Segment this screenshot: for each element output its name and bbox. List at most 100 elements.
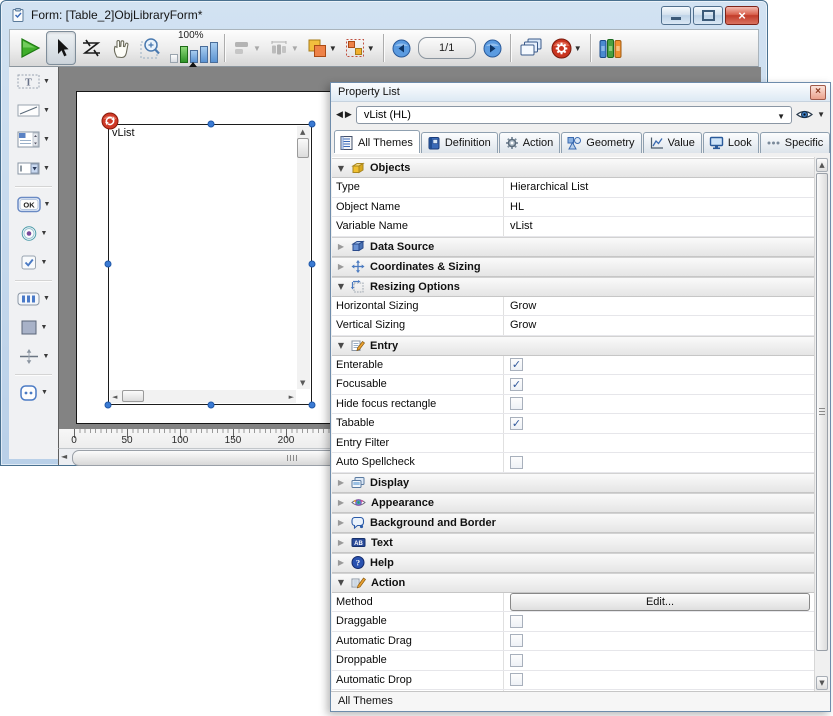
chevron-down-icon[interactable]: ▼ [574, 44, 582, 53]
checkbox-checked[interactable]: ✓ [510, 358, 523, 371]
property-value-cell[interactable] [504, 651, 814, 670]
property-value-cell[interactable]: ✓ [504, 356, 814, 375]
radio-tool-button[interactable]: ▼ [9, 219, 58, 248]
splitter-tool-button[interactable]: ▼ [9, 342, 58, 371]
scroll-up-icon[interactable]: ▲ [300, 128, 305, 136]
property-value-cell[interactable]: Grow [504, 297, 814, 316]
checkbox-unchecked[interactable] [510, 673, 523, 686]
scroll-up-icon[interactable]: ▲ [816, 158, 828, 172]
scroll-down-icon[interactable]: ▼ [300, 379, 305, 387]
zoom-bar-5[interactable] [210, 42, 218, 63]
property-value-cell[interactable] [504, 612, 814, 631]
handle-middle-left[interactable] [105, 261, 112, 268]
run-form-button[interactable] [14, 32, 46, 64]
text-tool-button[interactable]: T▼ [9, 67, 58, 96]
property-value-cell[interactable] [504, 671, 814, 690]
property-value-cell[interactable] [504, 395, 814, 414]
property-value[interactable]: vList [510, 220, 533, 232]
button-tool-button[interactable]: OK▼ [9, 190, 58, 219]
triangle-right-icon[interactable]: ▶ [336, 242, 346, 251]
zoom-bar-1[interactable] [170, 54, 178, 63]
chevron-down-icon[interactable]: ▼ [41, 230, 48, 237]
triangle-right-icon[interactable]: ▶ [336, 538, 346, 547]
line-tool-button[interactable]: ▼ [9, 96, 58, 125]
tabcontrol-tool-button[interactable]: ▼ [9, 378, 58, 407]
checkbox-unchecked[interactable] [510, 615, 523, 628]
page-indicator[interactable]: 1/1 [418, 37, 476, 59]
property-value[interactable]: Grow [510, 300, 536, 312]
toolbar-tool-button[interactable]: ▼ [9, 284, 58, 313]
tab-look[interactable]: Look [703, 132, 759, 153]
chevron-down-icon[interactable]: ▼ [817, 110, 825, 119]
chevron-down-icon[interactable]: ▼ [41, 389, 48, 396]
chevron-down-icon[interactable]: ▼ [41, 324, 48, 331]
property-value-cell[interactable]: Hierarchical List [504, 178, 814, 197]
checkbox-unchecked[interactable] [510, 634, 523, 647]
chevron-down-icon[interactable]: ▼ [41, 259, 48, 266]
zoom-bar-4[interactable] [200, 46, 208, 63]
combobox-tool-button[interactable]: ▼ [9, 154, 58, 183]
tab-geometry[interactable]: Geometry [561, 132, 641, 153]
section-display[interactable]: ▶Display [332, 473, 814, 493]
object-selector-dropdown[interactable]: vList (HL) ▼ [356, 106, 792, 124]
handle-bottom-left[interactable] [105, 402, 112, 409]
property-value-cell[interactable]: Edit... [504, 593, 814, 612]
chevron-down-icon[interactable]: ▼ [43, 353, 50, 360]
zoom-tool-button[interactable] [136, 32, 168, 64]
section-background-and-border[interactable]: ▶Background and Border [332, 513, 814, 533]
property-value[interactable]: Grow [510, 319, 536, 331]
triangle-down-icon[interactable]: ▼ [336, 164, 346, 173]
property-list-scrollbar[interactable]: ▲ ▼ [814, 157, 829, 691]
badge-tool-button[interactable] [76, 32, 106, 64]
triangle-right-icon[interactable]: ▶ [336, 262, 346, 271]
tab-definition[interactable]: Definition [421, 132, 498, 153]
scroll-down-icon[interactable]: ▼ [816, 676, 828, 690]
tab-specific[interactable]: Specific [760, 132, 831, 153]
checkbox-unchecked[interactable] [510, 654, 523, 667]
checkbox-checked[interactable]: ✓ [510, 378, 523, 391]
library-button[interactable] [595, 32, 626, 64]
handle-top-right[interactable] [309, 121, 316, 128]
section-coordinates-sizing[interactable]: ▶Coordinates & Sizing [332, 257, 814, 277]
maximize-button[interactable] [693, 6, 723, 25]
tab-value[interactable]: Value [643, 132, 702, 153]
zoom-control[interactable]: 100% [170, 30, 218, 66]
hierarchical-list-object[interactable]: vList ▲ ▼ ◄ ► [108, 124, 312, 405]
property-value-cell[interactable]: Grow [504, 316, 814, 335]
window-titlebar[interactable]: Form: [Table_2]ObjLibraryForm* × [1, 1, 767, 29]
edit-method-button[interactable]: Edit... [510, 593, 810, 611]
chevron-down-icon[interactable]: ▼ [43, 165, 50, 172]
property-value-cell[interactable] [504, 434, 814, 453]
property-value-cell[interactable]: ✓ [504, 375, 814, 394]
section-objects[interactable]: ▼Objects [332, 158, 814, 178]
chevron-down-icon[interactable]: ▼ [329, 44, 337, 53]
section-help[interactable]: ▶?Help [332, 553, 814, 573]
triangle-down-icon[interactable]: ▼ [336, 282, 346, 291]
actions-button[interactable]: ▼ [547, 32, 586, 64]
rectangle-tool-button[interactable]: ▼ [9, 313, 58, 342]
section-resizing-options[interactable]: ▼Resizing Options [332, 277, 814, 297]
checkbox-unchecked[interactable] [510, 397, 523, 410]
section-data-source[interactable]: ▶Data Source [332, 237, 814, 257]
section-entry[interactable]: ▼Entry [332, 336, 814, 356]
property-list-close-button[interactable]: × [810, 85, 826, 100]
chevron-down-icon[interactable]: ▼ [43, 107, 50, 114]
minimize-button[interactable] [661, 6, 691, 25]
previous-object-icon[interactable]: ◀ [336, 110, 343, 120]
group-select-button[interactable]: ▼ [341, 32, 379, 64]
tab-action[interactable]: Action [499, 132, 561, 153]
triangle-right-icon[interactable]: ▶ [336, 478, 346, 487]
view-options-button[interactable]: ▼ [796, 108, 825, 121]
section-text[interactable]: ▶ABText [332, 533, 814, 553]
scroll-left-icon[interactable]: ◄ [61, 452, 67, 461]
chevron-down-icon[interactable]: ▼ [43, 136, 50, 143]
event-badge-icon[interactable] [102, 113, 119, 130]
scroll-thumb[interactable] [816, 173, 828, 651]
previous-page-button[interactable] [388, 32, 415, 64]
scroll-right-icon[interactable]: ► [289, 393, 294, 401]
handle-top-middle[interactable] [208, 121, 215, 128]
scroll-thumb[interactable] [122, 390, 144, 402]
property-value[interactable]: Hierarchical List [510, 181, 588, 193]
layers-button[interactable]: ▼ [303, 32, 341, 64]
selection-tool-button[interactable] [46, 31, 76, 65]
